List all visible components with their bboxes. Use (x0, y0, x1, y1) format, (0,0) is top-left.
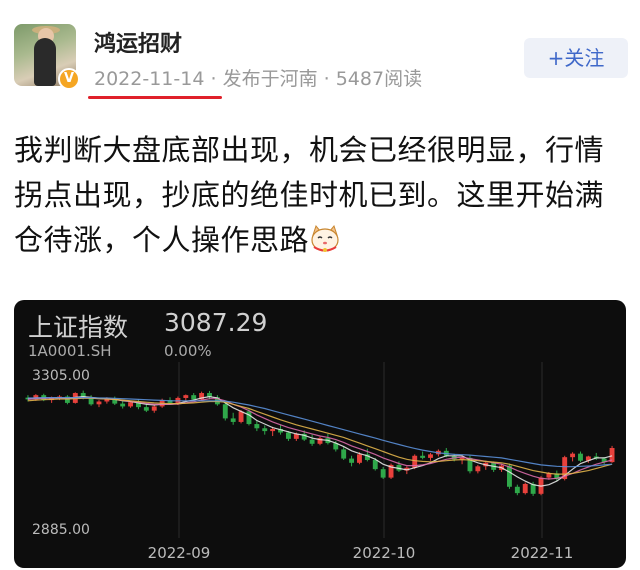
candlestick-chart: 3305.00 2885.00 2022-09 2022-10 2022-11 (25, 362, 615, 562)
candle-body (522, 483, 528, 494)
date-underline-mark (88, 96, 222, 99)
candle-body (230, 418, 236, 422)
view-count: 5487阅读 (335, 68, 423, 90)
stock-card[interactable]: 上证指数 3087.29 1A0001.SH 0.00% 3305.00 2885… (14, 300, 626, 568)
candle-body (357, 454, 362, 463)
candle-body (183, 395, 189, 398)
candle-body (341, 449, 347, 459)
candle-body (285, 432, 291, 439)
moving-average-line (27, 396, 613, 468)
candle-body (222, 404, 228, 419)
candle-body (570, 453, 576, 458)
candle-body (349, 458, 355, 463)
x-axis-tick-label: 2022-10 (353, 544, 416, 562)
candle-body (238, 411, 244, 422)
post-date: 2022-11-14 (94, 68, 205, 90)
post-text: 我判断大盘底部出现，机会已经很明显，行情拐点出现，抄底的绝佳时机已到。这里开始满… (14, 128, 630, 263)
candle-body (143, 407, 149, 411)
y-axis-top-label: 3305.00 (32, 368, 90, 384)
candle-body (372, 459, 378, 470)
candle-body (128, 402, 134, 407)
meta-separator-2: · (323, 68, 330, 90)
candle-body (96, 401, 102, 405)
candle-body (254, 424, 260, 429)
candle-body (191, 395, 197, 400)
x-axis-tick-label: 2022-11 (511, 544, 574, 562)
y-axis-bottom-label: 2885.00 (32, 522, 90, 538)
post-meta: 2022-11-14 · 发布于河南 · 5487阅读 (94, 64, 422, 91)
candle-body (270, 428, 276, 432)
candle-body (120, 403, 126, 407)
x-axis-tick-label: 2022-09 (148, 544, 211, 562)
candle-body (380, 469, 386, 478)
author-name[interactable]: 鸿运招财 (94, 26, 182, 58)
candle-body (262, 428, 268, 432)
post-location: 发布于河南 (222, 68, 318, 90)
candle-body (151, 406, 157, 411)
candle-body (506, 465, 512, 487)
candle-body (514, 486, 520, 494)
meta-separator-1: · (210, 68, 217, 90)
avatar-figure (34, 38, 56, 86)
candle-body (428, 454, 433, 458)
candle-body (475, 466, 481, 472)
candle-body (420, 455, 426, 458)
candle-body (246, 411, 252, 425)
verified-v-icon: V (58, 68, 80, 90)
lucky-cat-emoji-icon (311, 224, 339, 252)
candle-body (309, 439, 315, 444)
follow-button[interactable]: +关注 (524, 38, 628, 78)
candle-body (578, 453, 583, 461)
